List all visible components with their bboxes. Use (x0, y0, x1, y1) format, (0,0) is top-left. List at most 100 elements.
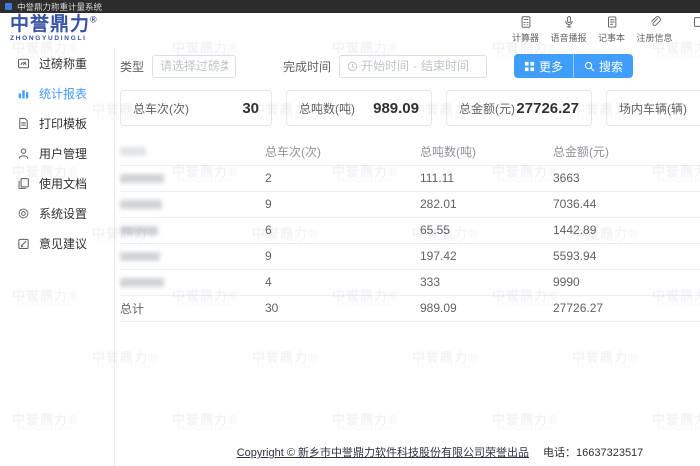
table-row: 9282.017036.44 (120, 191, 700, 217)
window-title: 中誉鼎力称重计量系统 (17, 1, 102, 13)
filter-bar: 类型 完成时间 - 更多 搜索 (120, 54, 700, 78)
blurred-name (120, 174, 164, 183)
cell-amount: 3663 (553, 165, 700, 191)
blurred-name (120, 252, 160, 261)
header-name-column (120, 139, 265, 165)
more-tools-icon (691, 15, 700, 29)
page-footer: Copyright © 新乡市中誉鼎力软件科技股份有限公司荣誉出品 电话：1663… (160, 444, 700, 460)
register-info-button[interactable]: 注册信息 (636, 15, 673, 44)
date-range-picker[interactable]: - (339, 55, 487, 78)
cell-name-blurred (120, 191, 265, 217)
table-row: 9197.425593.94 (120, 243, 700, 269)
search-button[interactable]: 搜索 (573, 54, 633, 78)
header-amount-column: 总金额(元) (553, 139, 700, 165)
notebook-label: 记事本 (598, 31, 625, 44)
cell-amount: 7036.44 (553, 191, 700, 217)
document-icon (17, 117, 30, 130)
header-trips-column: 总车次(次) (265, 139, 420, 165)
sidebar-item-label: 使用文档 (39, 175, 87, 192)
footer-phone: 电话：16637323517 (543, 447, 643, 459)
header-tons-column: 总吨数(吨) (420, 139, 553, 165)
cell-name-blurred (120, 217, 265, 243)
brand-watermark: 中誉鼎力®ZHONGYUDINGLI (492, 413, 559, 432)
sidebar-item-label: 用户管理 (39, 145, 87, 162)
cell-tons: 333 (420, 269, 553, 295)
more-tools-button-clipped[interactable] (679, 15, 700, 44)
cell-name-blurred (120, 243, 265, 269)
cell-name-blurred (120, 165, 265, 191)
finish-time-label: 完成时间 (283, 58, 331, 75)
end-time-input[interactable] (418, 59, 472, 73)
brand-logo: 中誉鼎力® ZHONGYUDINGLI (10, 15, 98, 42)
cell-amount: 5593.94 (553, 243, 700, 269)
sidebar-item-label: 过磅称重 (39, 55, 87, 72)
brand-watermark: 中誉鼎力®ZHONGYUDINGLI (572, 351, 639, 370)
gear-icon (17, 207, 30, 220)
sidebar-item-label: 统计报表 (39, 85, 87, 102)
calculator-button[interactable]: 计算器 (507, 15, 544, 44)
total-value: 27726.27 (553, 295, 700, 321)
sidebar-item-statistics[interactable]: 统计报表 (0, 78, 114, 108)
clock-icon (347, 61, 358, 72)
cell-trips: 9 (265, 243, 420, 269)
start-time-input[interactable] (358, 59, 412, 73)
brand-watermark: 中誉鼎力®ZHONGYUDINGLI (252, 351, 319, 370)
card-total-tons: 总吨数(吨) 989.09 (286, 90, 432, 126)
brand-subtitle: ZHONGYUDINGLI (10, 35, 98, 42)
blurred-header (120, 147, 146, 156)
sidebar-item-system-settings[interactable]: 系统设置 (0, 198, 114, 228)
cell-tons: 65.55 (420, 217, 553, 243)
sidebar-item-feedback[interactable]: 意见建议 (0, 228, 114, 258)
cell-tons: 197.42 (420, 243, 553, 269)
header-toolbar: 计算器 语音播报 记事本 注册信息 (507, 15, 700, 44)
app-icon (5, 3, 12, 10)
grid-icon (524, 61, 535, 72)
search-icon (584, 61, 595, 72)
table-header-row: 总车次(次) 总吨数(吨) 总金额(元) (120, 139, 700, 165)
link-icon (648, 15, 662, 29)
cell-trips: 6 (265, 217, 420, 243)
table-total-row: 总计30989.0927726.27 (120, 295, 700, 321)
voice-broadcast-label: 语音播报 (550, 31, 586, 44)
copy-docs-icon (17, 177, 30, 190)
sidebar-item-label: 系统设置 (39, 205, 87, 222)
calculator-label: 计算器 (512, 31, 539, 44)
calculator-icon (519, 15, 533, 29)
sidebar-item-usage-docs[interactable]: 使用文档 (0, 168, 114, 198)
sidebar-item-weighing[interactable]: 过磅称重 (0, 48, 114, 78)
cell-tons: 282.01 (420, 191, 553, 217)
edit-feedback-icon (17, 237, 30, 250)
total-value: 989.09 (420, 295, 553, 321)
card-vehicles-on-site: 场内车辆(辆) (606, 90, 700, 126)
filter-actions: 更多 搜索 (514, 54, 633, 78)
weigh-type-select[interactable] (152, 55, 236, 78)
voice-broadcast-button[interactable]: 语音播报 (550, 15, 587, 44)
more-filters-button[interactable]: 更多 (514, 54, 573, 78)
cell-amount: 9990 (553, 269, 700, 295)
copyright-link[interactable]: Copyright © 新乡市中誉鼎力软件科技股份有限公司荣誉出品 (237, 447, 529, 459)
cell-tons: 111.11 (420, 165, 553, 191)
card-total-trips: 总车次(次) 30 (120, 90, 272, 126)
window-titlebar: 中誉鼎力称重计量系统 (0, 0, 700, 13)
weighbridge-icon (17, 57, 30, 70)
cell-trips: 9 (265, 191, 420, 217)
notebook-icon (605, 15, 619, 29)
sidebar-item-print-template[interactable]: 打印模板 (0, 108, 114, 138)
brand-watermark: 中誉鼎力®ZHONGYUDINGLI (172, 413, 239, 432)
cell-name-blurred (120, 269, 265, 295)
statistics-table: 总车次(次) 总吨数(吨) 总金额(元) 2111.1136639282.017… (120, 139, 700, 322)
bar-chart-icon (17, 87, 30, 100)
sidebar-item-label: 打印模板 (39, 115, 87, 132)
notebook-button[interactable]: 记事本 (593, 15, 630, 44)
blurred-name (120, 200, 162, 209)
sidebar-nav: 过磅称重 统计报表 打印模板 用户管理 使用文档 系统设置 意见建议 (0, 48, 115, 466)
blurred-name (120, 226, 158, 235)
brand-name: 中誉鼎力 (10, 14, 90, 35)
brand-watermark: 中誉鼎力®ZHONGYUDINGLI (332, 413, 399, 432)
card-total-amount: 总金额(元) 27726.27 (446, 90, 592, 126)
brand-watermark: 中誉鼎力®ZHONGYUDINGLI (412, 351, 479, 370)
total-label: 总计 (120, 295, 265, 321)
cell-trips: 4 (265, 269, 420, 295)
sidebar-item-user-management[interactable]: 用户管理 (0, 138, 114, 168)
cell-trips: 2 (265, 165, 420, 191)
